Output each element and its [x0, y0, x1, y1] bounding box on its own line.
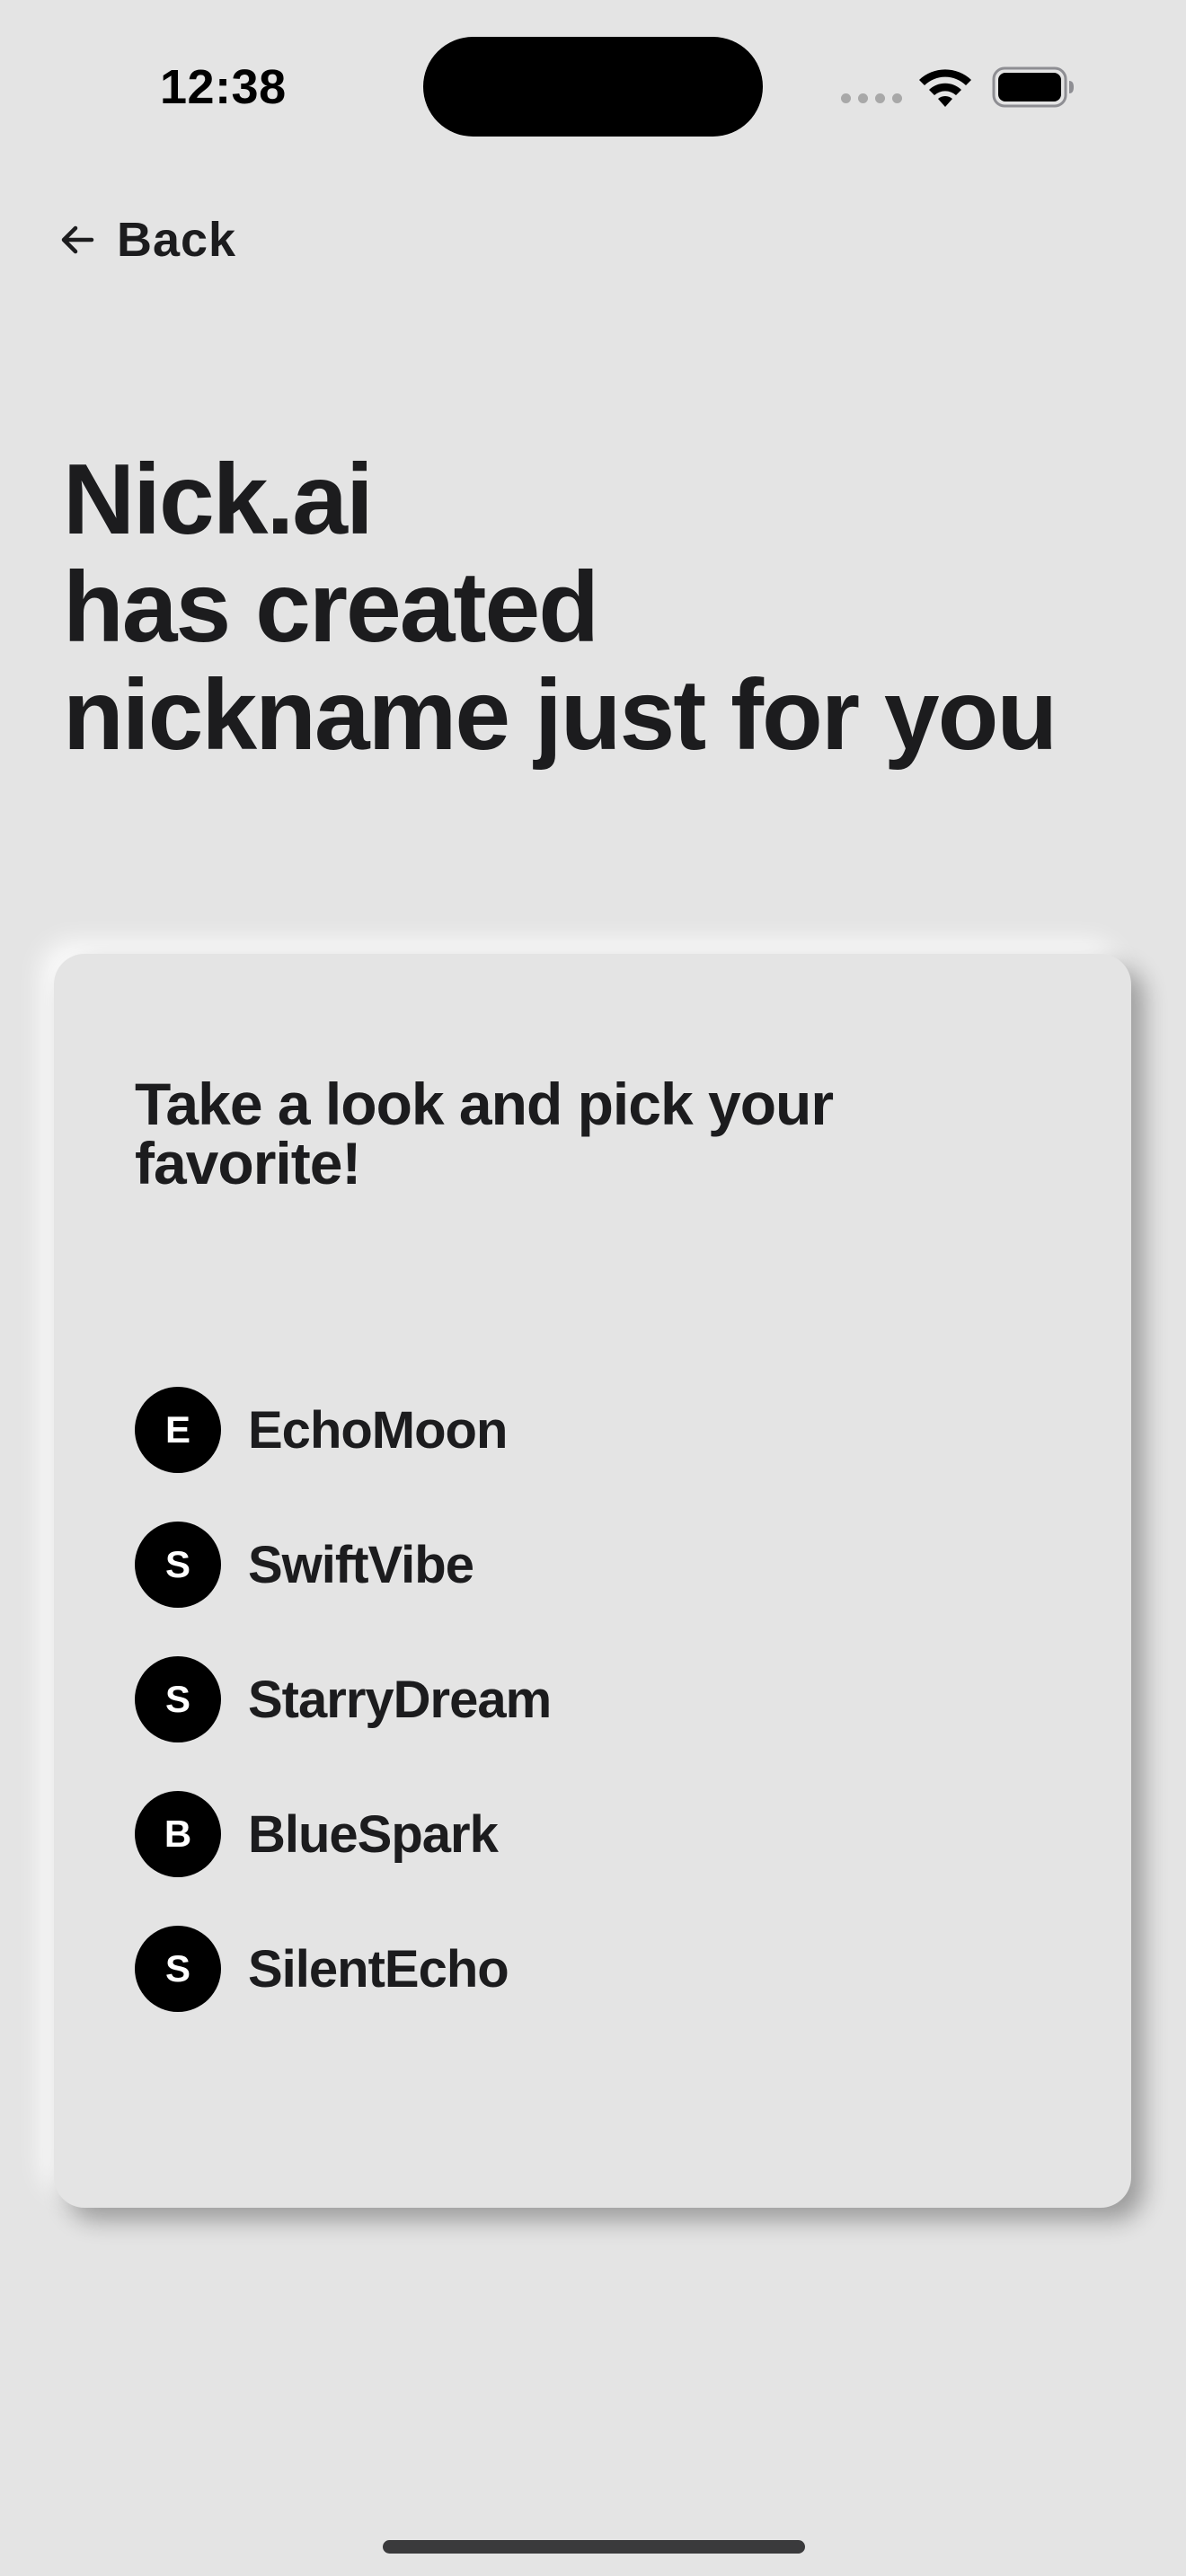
nickname-list: E EchoMoon S SwiftVibe S StarryDream B B…	[135, 1387, 552, 2060]
nickname-option-bluespark[interactable]: B BlueSpark	[135, 1791, 551, 1877]
avatar: S	[135, 1522, 221, 1608]
nickname-label: StarryDream	[248, 1670, 552, 1729]
dynamic-island	[423, 37, 763, 137]
card-title: Take a look and pick your favorite!	[135, 1071, 834, 1196]
nickname-card: Take a look and pick your favorite! E Ec…	[54, 954, 1131, 2208]
back-label: Back	[117, 213, 237, 267]
battery-icon	[992, 66, 1074, 108]
nickname-label: SwiftVibe	[248, 1535, 474, 1594]
nickname-option-starrydream[interactable]: S StarryDream	[135, 1656, 552, 1742]
avatar: E	[135, 1387, 221, 1473]
avatar: S	[135, 1656, 221, 1742]
nickname-label: EchoMoon	[248, 1400, 508, 1460]
nickname-option-silentecho[interactable]: S SilentEcho	[135, 1926, 551, 2012]
back-button[interactable]: Back	[58, 212, 236, 268]
home-indicator	[383, 2540, 805, 2554]
page-title: Nick.ai has created nickname just for yo…	[63, 446, 1159, 769]
screen: 12:38 Back Nick.ai has created nickname …	[0, 0, 1186, 2576]
signal-dots-icon	[841, 93, 902, 103]
title-line-2: has created	[63, 551, 599, 663]
status-time: 12:38	[160, 60, 287, 114]
nickname-option-swiftvibe[interactable]: S SwiftVibe	[135, 1522, 551, 1608]
avatar: B	[135, 1791, 221, 1877]
nickname-label: BlueSpark	[248, 1804, 499, 1864]
arrow-left-icon	[61, 225, 94, 254]
title-line-1: Nick.ai	[63, 444, 374, 555]
nickname-label: SilentEcho	[248, 1939, 509, 1998]
avatar: S	[135, 1926, 221, 2012]
wifi-icon	[919, 69, 971, 107]
title-line-3: nickname just for you	[63, 659, 1058, 771]
nickname-option-echomoon[interactable]: E EchoMoon	[135, 1387, 551, 1473]
